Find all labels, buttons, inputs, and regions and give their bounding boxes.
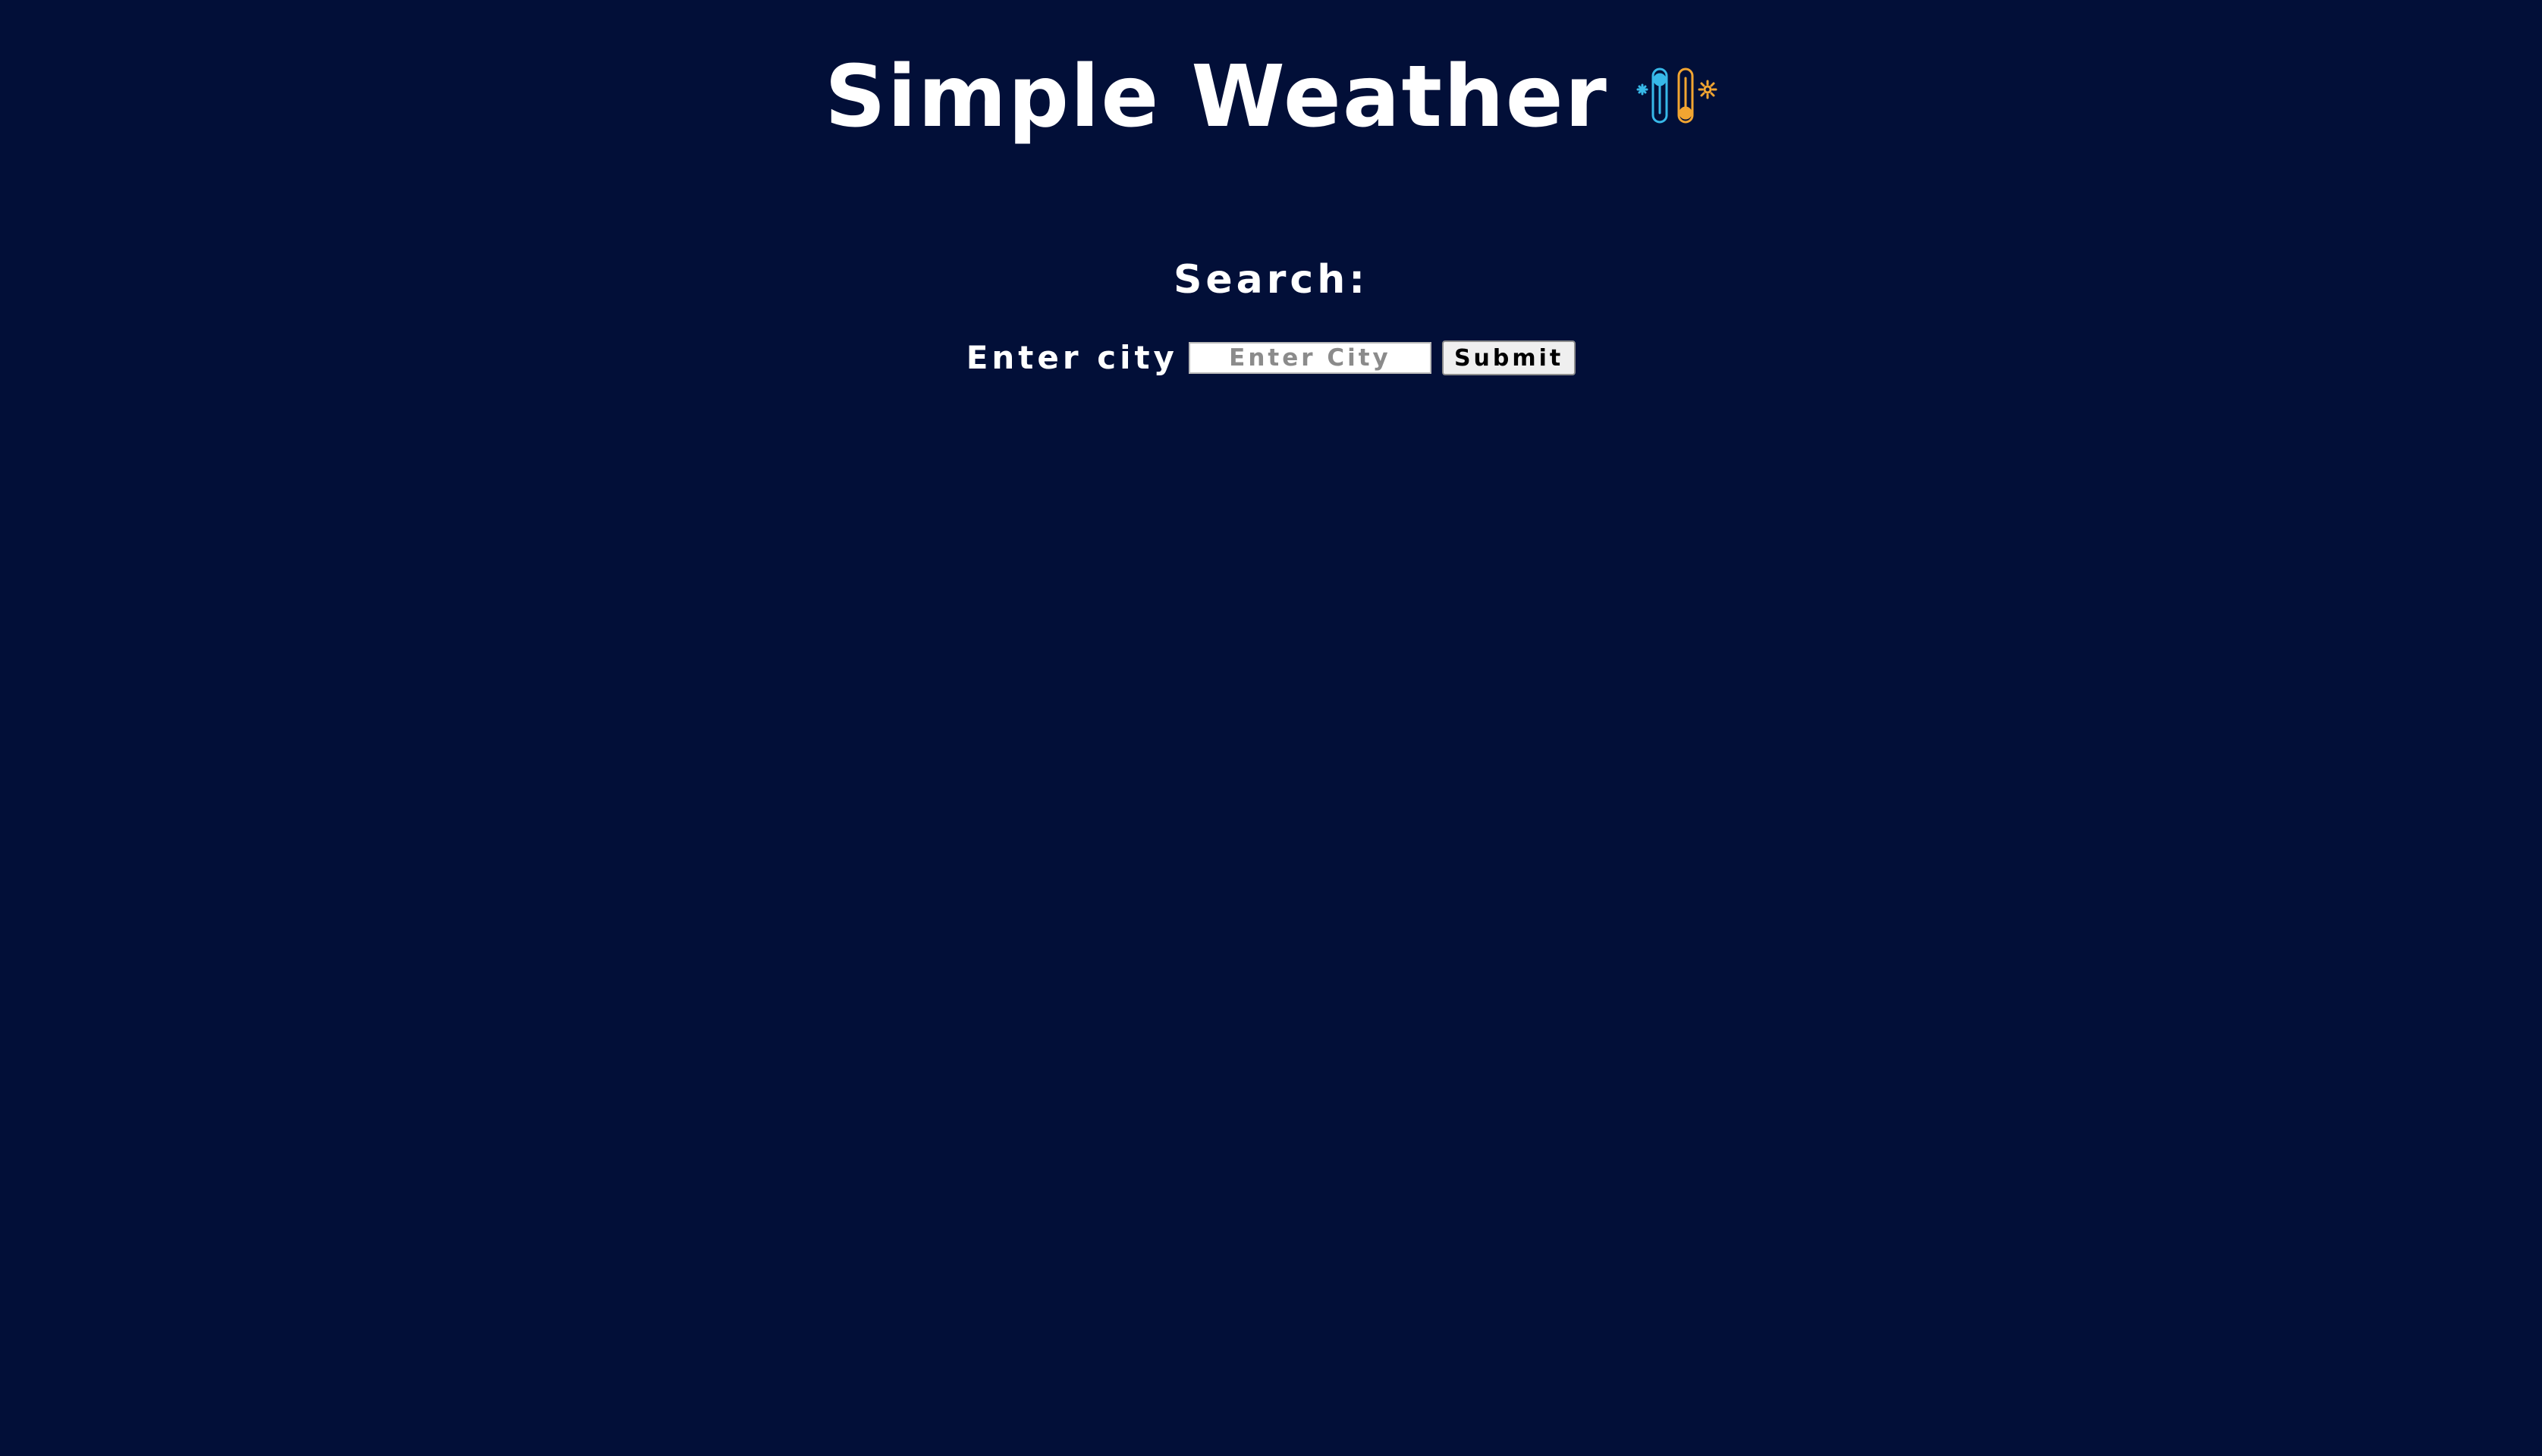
search-heading: Search: bbox=[1173, 257, 1369, 303]
app-title: Simple Weather bbox=[825, 48, 1608, 146]
thermometer-hot-cold-icon bbox=[1636, 67, 1717, 124]
city-search-form: Enter city Submit bbox=[0, 338, 2542, 378]
weather-app-page: Simple Weather Search: Enter city Enter … bbox=[0, 0, 2542, 1456]
submit-button[interactable]: Submit bbox=[1441, 340, 1576, 375]
city-search-input[interactable] bbox=[1188, 342, 1431, 374]
app-header: Simple Weather bbox=[0, 44, 2542, 150]
city-search-label: Enter city bbox=[966, 339, 1178, 376]
